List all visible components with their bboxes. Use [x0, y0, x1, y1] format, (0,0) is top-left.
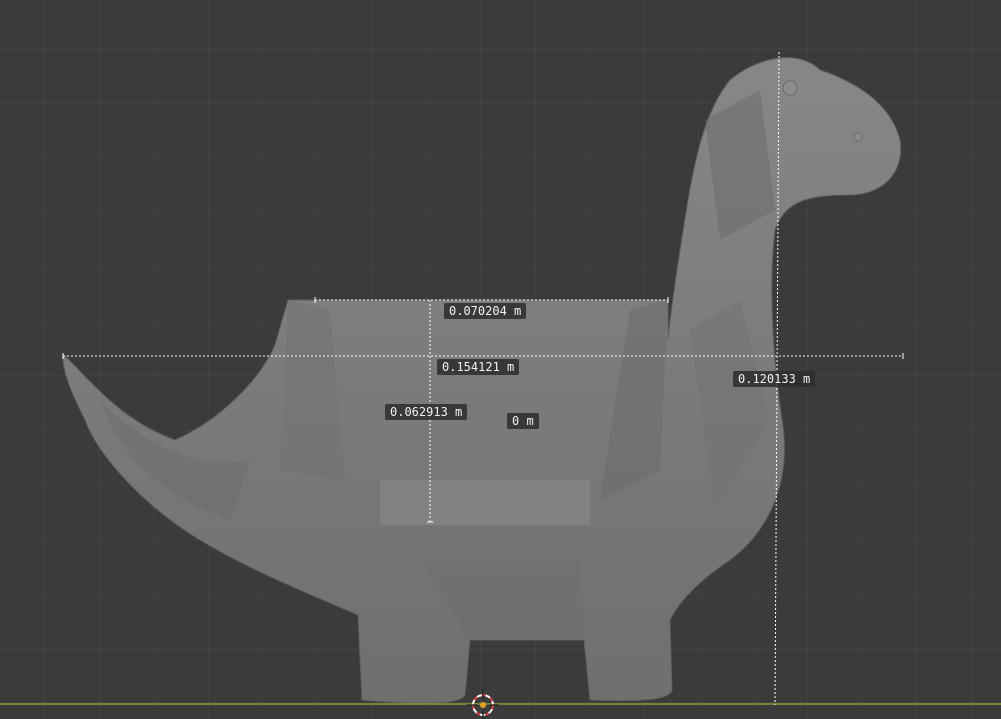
measure-label-pot-depth: 0.062913 m — [385, 404, 468, 420]
dino-facet-3 — [380, 480, 590, 525]
measure-label-neck-height: 0.120133 m — [733, 371, 816, 387]
measure-label-zero: 0 m — [507, 413, 539, 429]
3d-viewport[interactable]: 0.070204 m 0.154121 m 0.120133 m 0.06291… — [0, 0, 1001, 719]
dino-nostril — [853, 132, 863, 142]
dino-eye — [782, 80, 798, 96]
measure-label-pot-width: 0.070204 m — [444, 303, 527, 319]
measure-label-body-length: 0.154121 m — [437, 359, 520, 375]
